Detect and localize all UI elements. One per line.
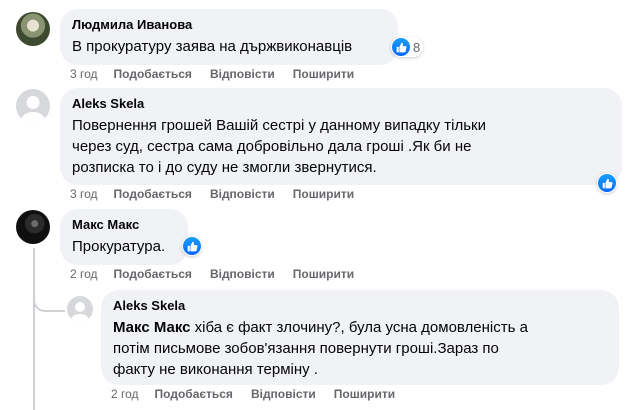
reaction-badge[interactable] — [597, 173, 617, 193]
share-button[interactable]: Поширити — [293, 187, 354, 201]
comment-author[interactable]: Людмила Иванова — [72, 17, 386, 33]
reaction-count: 8 — [413, 39, 421, 55]
comment-timestamp[interactable]: 2 год — [111, 387, 139, 401]
comment-bubble: Aleks Skela Повернення грошей Вашій сест… — [60, 88, 622, 185]
like-button[interactable]: Подобається — [114, 67, 192, 81]
mention-link[interactable]: Макс Макс — [113, 319, 191, 336]
reply-button[interactable]: Відповісти — [210, 267, 275, 281]
reply-button[interactable]: Відповісти — [251, 387, 316, 401]
like-button[interactable]: Подобається — [155, 387, 233, 401]
thread-branch-line — [33, 290, 65, 312]
thumbs-up-icon — [392, 38, 410, 56]
share-button[interactable]: Поширити — [334, 387, 395, 401]
comment-actions: 2 год Подобається Відповісти Поширити — [70, 267, 372, 281]
comment-bubble: Макс Макс Прокуратура. — [60, 209, 188, 265]
comment-text: Повернення грошей Вашій сестрі у данному… — [72, 115, 610, 178]
comment-text-fragment: хіба є факт злочину?, була усна домовлен… — [190, 319, 528, 336]
comment-author[interactable]: Aleks Skela — [72, 96, 610, 112]
reply-bubble: Aleks Skela Макс Макс хіба є факт злочин… — [101, 290, 619, 385]
comment-text-line: Макс Макс хіба є факт злочину?, була усн… — [113, 317, 607, 338]
comment-actions: 3 год Подобається Відповісти Поширити — [70, 67, 372, 81]
comment-text: Макс Макс хіба є факт злочину?, була усн… — [113, 317, 607, 380]
comment-author[interactable]: Макс Макс — [72, 217, 176, 233]
comment-actions: 3 год Подобається Відповісти Поширити — [70, 187, 372, 201]
comment-bubble: Людмила Иванова В прокуратуру заява на д… — [60, 9, 398, 65]
comment-timestamp[interactable]: 2 год — [70, 267, 98, 281]
thumbs-up-icon — [183, 237, 201, 255]
like-button[interactable]: Подобається — [114, 187, 192, 201]
comment-text: В прокуратуру заява на държвиконавців — [72, 38, 353, 55]
comment-text-line: факту не виконання терміну . — [113, 361, 318, 378]
thread-line — [33, 248, 35, 410]
comment-text: Прокуратура. — [72, 238, 166, 255]
comment-author[interactable]: Aleks Skela — [113, 298, 607, 314]
like-button[interactable]: Подобається — [114, 267, 192, 281]
comment-text-line: потім письмове зобов'язання повернути гр… — [113, 340, 499, 357]
avatar[interactable] — [16, 210, 50, 244]
avatar[interactable] — [67, 296, 93, 322]
share-button[interactable]: Поширити — [293, 267, 354, 281]
reaction-badge[interactable]: 8 — [391, 37, 424, 57]
reply-button[interactable]: Відповісти — [210, 187, 275, 201]
share-button[interactable]: Поширити — [293, 67, 354, 81]
comment-text-line: розписка то і до суду не змогли звернути… — [72, 159, 377, 176]
avatar[interactable] — [16, 89, 50, 123]
comment-text-line: Повернення грошей Вашій сестрі у данному… — [72, 117, 486, 134]
thumbs-up-icon — [598, 174, 616, 192]
avatar[interactable] — [16, 12, 50, 46]
comment-text-line: через суд, сестра сама добровільно дала … — [72, 138, 472, 155]
reaction-badge[interactable] — [182, 236, 202, 256]
comment-timestamp[interactable]: 3 год — [70, 187, 98, 201]
reply-button[interactable]: Відповісти — [210, 67, 275, 81]
comment-actions: 2 год Подобається Відповісти Поширити — [111, 387, 413, 401]
comment-timestamp[interactable]: 3 год — [70, 67, 98, 81]
